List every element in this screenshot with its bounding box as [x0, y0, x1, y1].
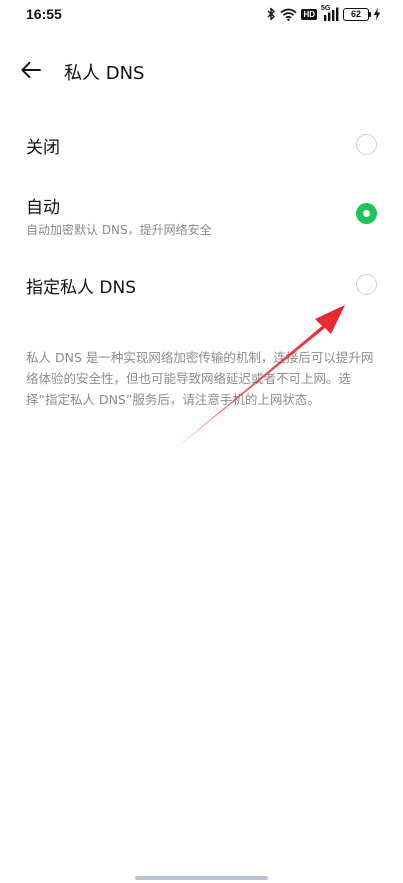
option-auto[interactable]: 自动 自动加密默认 DNS，提升网络安全: [0, 182, 403, 244]
hd-badge: HD: [301, 8, 317, 20]
radio-auto[interactable]: [356, 203, 377, 224]
home-indicator[interactable]: [135, 876, 268, 880]
private-dns-note: 私人 DNS 是一种实现网络加密传输的机制，连接后可以提升网络体验的安全性，但也…: [26, 350, 374, 407]
radio-custom-dns[interactable]: [356, 274, 377, 295]
option-off[interactable]: 关闭: [0, 120, 403, 170]
status-bar: 16:55 HD 5G 62: [0, 0, 403, 28]
back-button[interactable]: [20, 58, 50, 82]
option-label: 指定私人 DNS: [26, 278, 137, 298]
arrow-left-icon: [21, 61, 41, 79]
status-time: 16:55: [26, 6, 62, 22]
bluetooth-icon: [267, 7, 276, 21]
wifi-icon: [280, 8, 297, 21]
option-label: 关闭: [26, 138, 60, 158]
option-label: 自动: [26, 198, 60, 218]
option-custom-dns[interactable]: 指定私人 DNS: [0, 260, 403, 310]
radio-off[interactable]: [356, 134, 377, 155]
battery-level: 62: [350, 9, 361, 19]
option-description: 自动加密默认 DNS，提升网络安全: [26, 223, 212, 237]
charging-icon: [373, 7, 381, 21]
cellular-signal-icon: 5G: [321, 5, 339, 21]
status-icons: HD 5G 62: [267, 5, 381, 22]
page-title: 私人 DNS: [64, 63, 145, 84]
page-header: 私人 DNS: [0, 50, 403, 90]
battery-icon: 62: [343, 7, 371, 21]
